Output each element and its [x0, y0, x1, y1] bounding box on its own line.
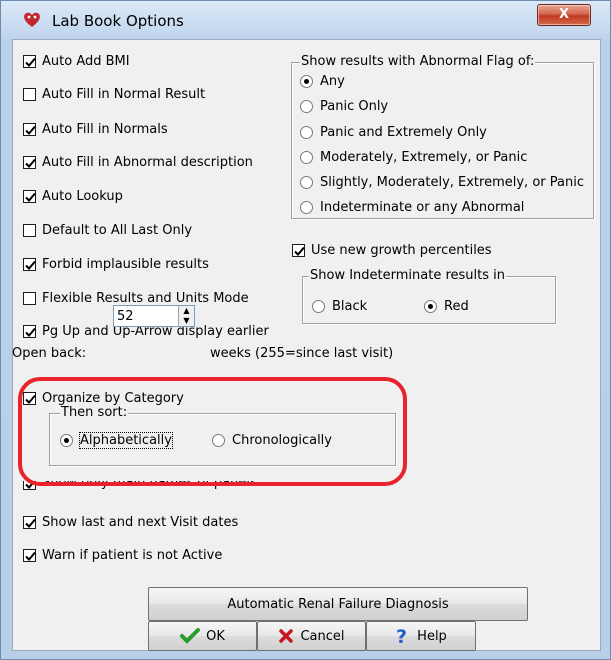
- checkbox-label: Warn if patient is not Active: [42, 548, 223, 563]
- checkbox-new-growth-percentiles[interactable]: Use new growth percentiles: [292, 243, 492, 258]
- radio-circle[interactable]: [300, 126, 313, 139]
- radio-circle[interactable]: [424, 300, 437, 313]
- radio-label: Indeterminate or any Abnormal: [320, 200, 525, 215]
- spin-down-icon[interactable]: ▼: [179, 316, 194, 326]
- checkbox-label: Auto Fill in Normals: [42, 122, 168, 137]
- checkbox-auto-lookup[interactable]: Auto Lookup: [23, 189, 123, 204]
- radio-label: Slightly, Moderately, Extremely, or Pani…: [320, 175, 584, 190]
- checkbox-box[interactable]: [23, 224, 36, 237]
- checkbox-box[interactable]: [23, 123, 36, 136]
- window-title: Lab Book Options: [52, 12, 184, 30]
- checkbox-default-all-last-only[interactable]: Default to All Last Only: [23, 223, 192, 238]
- checkbox-label: Show last and next Visit dates: [42, 515, 239, 530]
- radio-circle[interactable]: [312, 300, 325, 313]
- checkbox-box[interactable]: [292, 244, 305, 257]
- abnormal-flag-group: Show results with Abnormal Flag of: Any …: [291, 54, 594, 219]
- checkbox-label: Auto Fill in Normal Result: [42, 87, 206, 102]
- checkbox-auto-fill-normal-result[interactable]: Auto Fill in Normal Result: [23, 87, 205, 102]
- open-back-value: 52: [117, 308, 134, 324]
- ok-button[interactable]: OK: [148, 621, 257, 651]
- svg-text:?: ?: [396, 627, 407, 645]
- cancel-x-icon: [278, 628, 294, 644]
- button-label: Automatic Renal Failure Diagnosis: [227, 596, 449, 612]
- radio-label: Red: [444, 299, 469, 314]
- title-bar[interactable]: Lab Book Options X: [1, 1, 610, 39]
- open-back-label: Open back:: [12, 346, 87, 361]
- checkbox-auto-fill-abnormal-description[interactable]: Auto Fill in Abnormal description: [23, 155, 253, 170]
- abnormal-flag-label: Show results with Abnormal Flag of:: [300, 54, 536, 69]
- checkbox-label: Auto Lookup: [42, 189, 123, 204]
- help-button[interactable]: ? Help: [366, 621, 476, 651]
- checkbox-warn-patient-not-active[interactable]: Warn if patient is not Active: [23, 548, 222, 563]
- radio-flag-panic-only[interactable]: Panic Only: [300, 99, 388, 114]
- checkbox-show-visit-dates[interactable]: Show last and next Visit dates: [23, 515, 238, 530]
- radio-label: Any: [320, 74, 345, 89]
- button-label: OK: [206, 628, 225, 644]
- checkbox-box[interactable]: [23, 258, 36, 271]
- checkbox-box[interactable]: [23, 516, 36, 529]
- checkbox-box[interactable]: [23, 55, 36, 68]
- indeterminate-group: Show Indeterminate results in Black Red: [302, 268, 556, 324]
- checkbox-label: Flexible Results and Units Mode: [42, 291, 249, 306]
- radio-flag-indeterminate[interactable]: Indeterminate or any Abnormal: [300, 200, 524, 215]
- open-back-suffix: weeks (255=since last visit): [210, 346, 394, 361]
- radio-circle[interactable]: [300, 176, 313, 189]
- radio-flag-moderately[interactable]: Moderately, Extremely, or Panic: [300, 150, 527, 165]
- indeterminate-label: Show Indeterminate results in: [309, 268, 506, 283]
- checkbox-box[interactable]: [23, 549, 36, 562]
- dialog-client-area: Auto Add BMI Auto Fill in Normal Result …: [12, 39, 601, 651]
- radio-flag-panic-extremely[interactable]: Panic and Extremely Only: [300, 125, 487, 140]
- checkmark-icon: [180, 628, 201, 644]
- close-icon: X: [558, 7, 570, 22]
- checkbox-label: Default to All Last Only: [42, 223, 193, 238]
- checkbox-label: Forbid implausible results: [42, 257, 209, 272]
- radio-circle[interactable]: [300, 201, 313, 214]
- radio-label: Panic Only: [320, 99, 389, 114]
- renal-failure-diagnosis-button[interactable]: Automatic Renal Failure Diagnosis: [148, 587, 528, 621]
- radio-label: Moderately, Extremely, or Panic: [320, 150, 528, 165]
- checkbox-box[interactable]: [23, 325, 36, 338]
- checkbox-label: Auto Add BMI: [42, 54, 130, 69]
- checkbox-flexible-results-units[interactable]: Flexible Results and Units Mode: [23, 291, 249, 306]
- lab-book-icon: [22, 11, 42, 29]
- radio-label: Black: [332, 299, 368, 314]
- radio-flag-any[interactable]: Any: [300, 74, 345, 89]
- radio-indeterminate-black[interactable]: Black: [312, 299, 367, 314]
- open-back-spinner[interactable]: ▲ ▼: [178, 306, 194, 326]
- close-button[interactable]: X: [537, 4, 591, 26]
- help-question-icon: ?: [395, 627, 411, 645]
- radio-circle[interactable]: [300, 75, 313, 88]
- radio-flag-slightly[interactable]: Slightly, Moderately, Extremely, or Pani…: [300, 175, 584, 190]
- checkbox-box[interactable]: [23, 292, 36, 305]
- checkbox-forbid-implausible-results[interactable]: Forbid implausible results: [23, 257, 209, 272]
- radio-circle[interactable]: [300, 151, 313, 164]
- checkbox-label: Auto Fill in Abnormal description: [42, 155, 253, 170]
- button-label: Cancel: [300, 628, 345, 644]
- open-back-input[interactable]: 52 ▲ ▼: [113, 305, 195, 327]
- button-label: Help: [417, 628, 447, 644]
- checkbox-auto-fill-normals[interactable]: Auto Fill in Normals: [23, 122, 168, 137]
- cancel-button[interactable]: Cancel: [257, 621, 366, 651]
- dialog-window: Lab Book Options X Auto Add BMI Auto Fil…: [0, 0, 611, 660]
- spin-up-icon[interactable]: ▲: [179, 306, 194, 316]
- radio-indeterminate-red[interactable]: Red: [424, 299, 469, 314]
- checkbox-auto-add-bmi[interactable]: Auto Add BMI: [23, 54, 130, 69]
- checkbox-box[interactable]: [23, 156, 36, 169]
- checkbox-box[interactable]: [23, 88, 36, 101]
- highlight-annotation: [18, 377, 407, 486]
- radio-circle[interactable]: [300, 100, 313, 113]
- checkbox-label: Use new growth percentiles: [311, 243, 492, 258]
- checkbox-box[interactable]: [23, 190, 36, 203]
- radio-label: Panic and Extremely Only: [320, 125, 487, 140]
